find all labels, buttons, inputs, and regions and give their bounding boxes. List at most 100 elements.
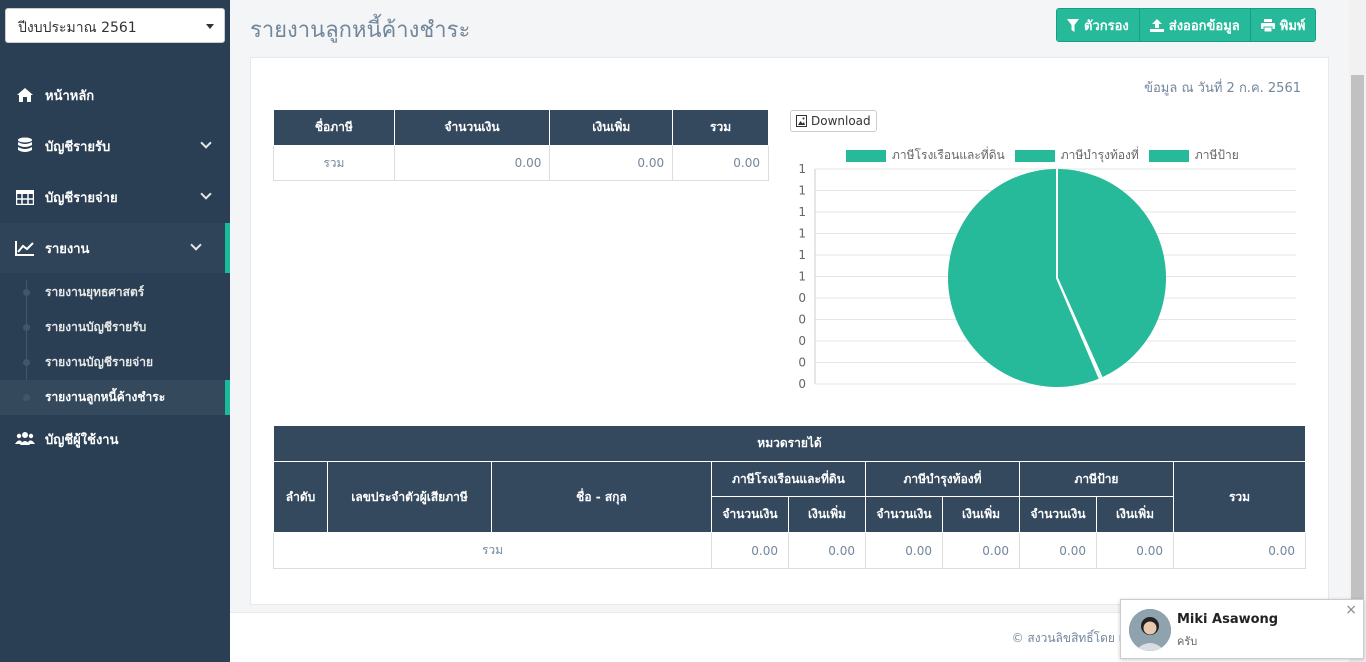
col-header-tax-name: ชื่อภาษี	[273, 109, 395, 146]
submenu-item-expense-report[interactable]: รายงานบัญชีรายจ่าย	[0, 345, 230, 380]
download-label: Download	[811, 114, 871, 128]
y-tick-label: 0	[798, 334, 806, 348]
y-tick-label: 1	[798, 163, 806, 176]
bullet-icon	[23, 289, 30, 296]
table-total-row: รวม 0.00 0.00 0.00 0.00 0.00 0.00 0.00	[273, 532, 1306, 569]
nav-item-label: บัญชีรายรับ	[45, 139, 111, 155]
col-header-amount: จำนวนเงิน	[865, 496, 943, 533]
col-header-extra: เงินเพิ่ม	[549, 109, 674, 146]
table-cell: 0.00	[393, 145, 551, 181]
table-cell: 0.00	[711, 532, 789, 569]
col-header-amount: จำนวนเงิน	[1019, 496, 1097, 533]
print-icon	[1260, 18, 1275, 32]
col-header-extra: เงินเพิ่ม	[1096, 496, 1174, 533]
total-label: รวม	[273, 532, 712, 569]
legend-swatch	[1148, 149, 1189, 162]
export-label: ส่งออกข้อมูล	[1168, 18, 1240, 34]
upload-icon	[1149, 18, 1164, 32]
submenu-item-strategy-report[interactable]: รายงานยุทธศาสตร์	[0, 275, 230, 310]
table-cell: 0.00	[1173, 532, 1306, 569]
submenu-item-income-report[interactable]: รายงานบัญชีรายรับ	[0, 310, 230, 345]
sidebar: ปีงบประมาณ 2561 หน้าหลัก บัญชีรายรับ บัญ…	[0, 0, 230, 662]
y-tick-label: 1	[798, 248, 806, 262]
table-icon	[15, 188, 35, 206]
group-header-revenue: หมวดรายได้	[273, 425, 1306, 462]
chat-popup[interactable]: Miki Asawong ครับ ×	[1120, 599, 1364, 659]
chevron-down-icon	[200, 188, 212, 200]
filter-button[interactable]: ตัวกรอง	[1057, 9, 1140, 41]
table-cell: 0.00	[1019, 532, 1097, 569]
col-header-extra: เงินเพิ่ม	[942, 496, 1020, 533]
nav-item-label: รายงาน	[45, 241, 90, 257]
nav-item-reports[interactable]: รายงาน	[0, 223, 230, 273]
scrollbar-thumb[interactable]	[1351, 75, 1364, 600]
fiscal-year-select[interactable]: ปีงบประมาณ 2561	[5, 8, 225, 43]
table-row: รวม 0.00 0.00 0.00	[273, 145, 769, 181]
table-cell: 0.00	[672, 145, 769, 181]
nav-item-home[interactable]: หน้าหลัก	[0, 70, 230, 120]
col-header-amount: จำนวนเงิน	[711, 496, 789, 533]
debtor-detail-table: หมวดรายได้ ลำดับ เลขประจำตัวผู้เสียภาษี …	[273, 425, 1306, 569]
database-icon	[15, 137, 35, 155]
submenu-item-debtor-report[interactable]: รายงานลูกหนี้ค้างชำระ	[0, 380, 230, 415]
nav-item-users[interactable]: บัญชีผู้ใช้งาน	[0, 414, 230, 464]
col-header-name: ชื่อ - สกุล	[491, 461, 712, 533]
col-header-extra: เงินเพิ่ม	[788, 496, 866, 533]
legend-swatch	[846, 149, 886, 162]
col-header-sign-tax: ภาษีป้าย	[1019, 461, 1174, 497]
close-icon[interactable]: ×	[1345, 602, 1357, 618]
chevron-down-icon	[200, 137, 212, 149]
nav-item-label: บัญชีผู้ใช้งาน	[45, 432, 119, 448]
table-cell: 0.00	[942, 532, 1020, 569]
print-button[interactable]: พิมพ์	[1250, 9, 1316, 41]
y-tick-label: 0	[798, 377, 806, 391]
y-tick-label: 0	[798, 313, 806, 327]
bullet-icon	[23, 394, 30, 401]
table-cell: 0.00	[1096, 532, 1174, 569]
table-cell: 0.00	[788, 532, 866, 569]
page-title: รายงานลูกหนี้ค้างชำระ	[250, 18, 471, 43]
nav-item-expense[interactable]: บัญชีรายจ่าย	[0, 172, 230, 222]
col-header-local-tax: ภาษีบำรุงท้องที่	[865, 461, 1020, 497]
submenu-label: รายงานลูกหนี้ค้างชำระ	[45, 390, 166, 404]
col-header-total: รวม	[672, 109, 769, 146]
submenu-label: รายงานบัญชีรายจ่าย	[45, 355, 154, 369]
home-icon	[15, 86, 35, 104]
col-header-building-tax: ภาษีโรงเรือนและที่ดิน	[711, 461, 866, 497]
filter-label: ตัวกรอง	[1084, 18, 1129, 34]
y-tick-label: 1	[798, 184, 806, 198]
image-icon	[796, 115, 807, 127]
y-tick-label: 0	[798, 356, 806, 370]
table-cell: 0.00	[549, 145, 674, 181]
nav-item-income[interactable]: บัญชีรายรับ	[0, 121, 230, 171]
legend-swatch	[1014, 149, 1055, 162]
y-tick-label: 0	[798, 291, 806, 305]
users-icon	[15, 430, 35, 448]
table-cell: 0.00	[865, 532, 943, 569]
toolbar: ตัวกรอง ส่งออกข้อมูล พิมพ์	[1056, 8, 1317, 42]
submenu-label: รายงานบัญชีรายรับ	[45, 320, 147, 334]
col-header-total: รวม	[1173, 461, 1306, 533]
line-chart-icon	[15, 239, 35, 257]
avatar	[1129, 609, 1171, 651]
filter-icon	[1067, 18, 1079, 32]
col-header-no: ลำดับ	[273, 461, 328, 533]
chart-download-button[interactable]: Download	[790, 110, 877, 132]
bullet-icon	[23, 359, 30, 366]
y-tick-label: 1	[798, 270, 806, 284]
nav-item-label: หน้าหลัก	[45, 88, 95, 104]
export-button[interactable]: ส่งออกข้อมูล	[1139, 9, 1251, 41]
page-scrollbar[interactable]	[1349, 0, 1366, 662]
table-cell: รวม	[273, 145, 395, 181]
y-tick-label: 1	[798, 227, 806, 241]
print-label: พิมพ์	[1279, 18, 1306, 34]
summary-table: ชื่อภาษี จำนวนเงิน เงินเพิ่ม รวม รวม 0.0…	[273, 109, 769, 181]
chat-sender-name: Miki Asawong	[1177, 612, 1279, 627]
fiscal-year-value: ปีงบประมาณ 2561	[18, 20, 137, 36]
bullet-icon	[23, 324, 30, 331]
pie-chart: 1 1 1 1 1 1 0 0 0 0 0	[798, 163, 1296, 391]
col-header-taxpayer-id: เลขประจำตัวผู้เสียภาษี	[327, 461, 492, 533]
chevron-down-icon	[190, 239, 202, 251]
submenu-label: รายงานยุทธศาสตร์	[45, 285, 145, 299]
chat-message: ครับ	[1177, 635, 1198, 648]
